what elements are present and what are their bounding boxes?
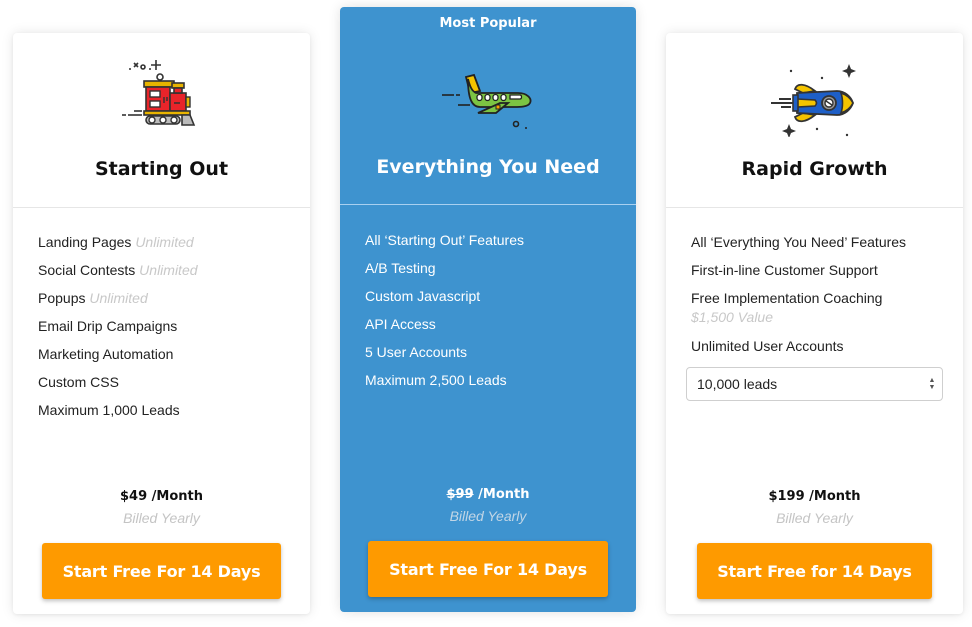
price: $99 /Month bbox=[340, 487, 636, 502]
feature-item: Free Implementation Coaching $1,500 Value bbox=[691, 288, 943, 336]
train-icon bbox=[121, 60, 195, 126]
price-amount: $199 bbox=[768, 489, 805, 504]
billing-note: Billed Yearly bbox=[123, 510, 200, 526]
leads-select-value: 10,000 leads bbox=[697, 376, 778, 392]
plan-card-everything-you-need: Most Popular Everything You Need All ‘St… bbox=[340, 7, 636, 612]
plan-card-starting-out: Starting Out Landing Pages Unlimited Soc… bbox=[13, 33, 310, 614]
feature-item: All ‘Everything You Need’ Features bbox=[691, 234, 907, 250]
feature-item: 5 User Accounts bbox=[365, 344, 467, 360]
divider bbox=[13, 207, 310, 208]
feature-note: Unlimited bbox=[135, 234, 194, 250]
price: $49 /Month bbox=[13, 489, 310, 504]
feature-item: Unlimited User Accounts bbox=[691, 338, 844, 354]
feature-list: All ‘Everything You Need’ Features First… bbox=[691, 232, 943, 364]
feature-item: All ‘Starting Out’ Features bbox=[365, 232, 524, 248]
billing-note: Billed Yearly bbox=[449, 508, 527, 524]
start-free-trial-button[interactable]: Start Free For 14 Days bbox=[368, 541, 608, 597]
feature-note: Unlimited bbox=[139, 262, 198, 278]
feature-item: Email Drip Campaigns bbox=[38, 318, 178, 334]
price: $199 /Month bbox=[666, 489, 963, 504]
airplane-icon bbox=[442, 73, 532, 129]
plan-card-rapid-growth: Rapid Growth All ‘Everything You Need’ F… bbox=[666, 33, 963, 614]
feature-item: API Access bbox=[365, 316, 436, 332]
feature-note: Unlimited bbox=[89, 290, 148, 306]
feature-item: Custom CSS bbox=[38, 374, 119, 390]
price-amount: $99 bbox=[446, 487, 474, 502]
price-period: /Month bbox=[473, 487, 530, 502]
price-period: /Month bbox=[804, 489, 861, 504]
feature-item: Landing Pages Unlimited bbox=[38, 234, 194, 250]
feature-item: A/B Testing bbox=[365, 260, 436, 276]
billing-note: Billed Yearly bbox=[776, 510, 853, 526]
feature-value-note: $1,500 Value bbox=[691, 309, 773, 325]
price-amount: $49 bbox=[119, 489, 148, 504]
start-free-trial-button[interactable]: Start Free for 14 Days bbox=[697, 543, 932, 599]
start-free-trial-button[interactable]: Start Free For 14 Days bbox=[42, 543, 281, 599]
feature-item: Maximum 2,500 Leads bbox=[365, 372, 507, 388]
rocket-icon bbox=[770, 64, 856, 137]
feature-item: Marketing Automation bbox=[38, 346, 174, 362]
divider bbox=[340, 204, 636, 205]
feature-item: Social Contests Unlimited bbox=[38, 262, 198, 278]
divider bbox=[666, 207, 963, 208]
most-popular-badge: Most Popular bbox=[439, 16, 537, 31]
plan-title: Everything You Need bbox=[376, 156, 600, 178]
select-arrows-icon: ▲ ▼ bbox=[928, 377, 936, 391]
plan-title: Starting Out bbox=[94, 158, 229, 180]
leads-select[interactable]: 10,000 leads ▲ ▼ bbox=[686, 367, 943, 401]
plan-title: Rapid Growth bbox=[741, 158, 888, 180]
feature-item: First-in-line Customer Support bbox=[691, 262, 878, 278]
price-period: /Month bbox=[147, 489, 203, 504]
feature-list: Landing Pages Unlimited Social Contests … bbox=[38, 232, 290, 428]
feature-item: Maximum 1,000 Leads bbox=[38, 402, 180, 418]
feature-item: Custom Javascript bbox=[365, 288, 481, 304]
feature-list: All ‘Starting Out’ Features A/B Testing … bbox=[365, 230, 616, 398]
feature-item: Popups Unlimited bbox=[38, 290, 148, 306]
